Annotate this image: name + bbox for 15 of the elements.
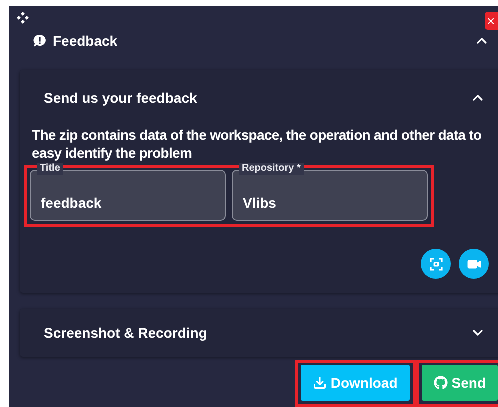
screenshot-button[interactable] bbox=[421, 249, 451, 279]
description-text: The zip contains data of the workspace, the operation and other data to easy identify the problem bbox=[32, 126, 483, 162]
download-icon bbox=[312, 376, 327, 390]
alert-bubble-icon bbox=[33, 34, 47, 48]
move-icon bbox=[17, 12, 29, 24]
panel-title: Feedback bbox=[53, 33, 119, 49]
screenshot-icon bbox=[430, 258, 442, 270]
section-title[interactable]: Screenshot & Recording bbox=[44, 325, 470, 341]
close-button[interactable]: × bbox=[485, 12, 498, 30]
field-label: Title bbox=[37, 163, 64, 175]
github-icon bbox=[434, 376, 448, 390]
section-title[interactable]: Send us your feedback bbox=[44, 90, 470, 106]
field-label: Repository * bbox=[239, 163, 304, 175]
record-button[interactable] bbox=[459, 249, 489, 279]
text-field[interactable]: feedback bbox=[30, 170, 226, 221]
